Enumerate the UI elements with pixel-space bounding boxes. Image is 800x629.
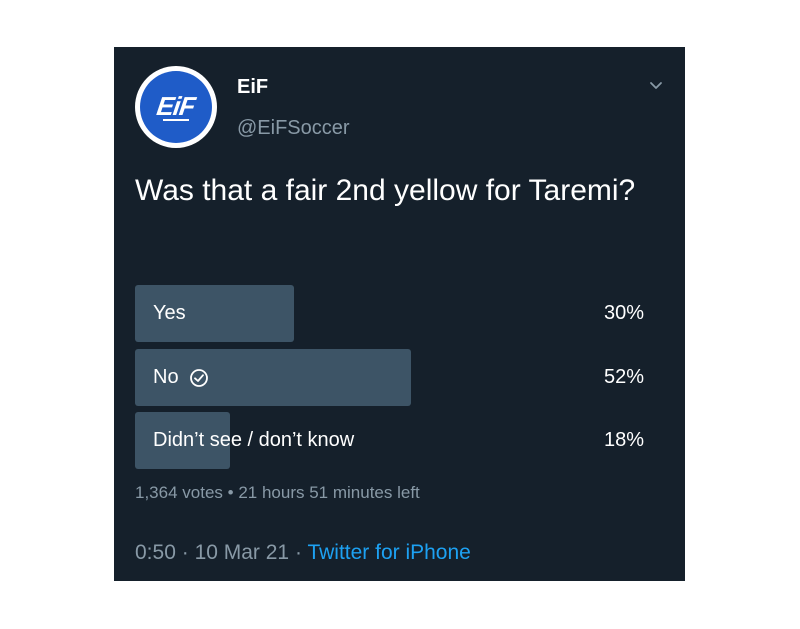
poll-option-label: Didn’t see / don’t know [153,429,355,451]
avatar-logo: EiF [140,71,212,143]
poll-option-percent: 52% [603,366,644,388]
poll-option-yes[interactable]: Yes 30% [135,285,650,342]
check-circle-icon [189,368,208,387]
poll-option-didnt-see[interactable]: Didn’t see / don’t know 18% [135,412,650,469]
chevron-down-icon[interactable] [649,79,663,93]
user-handle[interactable]: @EiFSoccer [237,117,350,140]
poll-option-label: No [153,366,179,388]
footer-separator: · [294,541,302,564]
footer-separator: · [181,541,189,564]
poll-option-percent: 18% [603,429,644,451]
tweet-date[interactable]: 10 Mar 21 [195,541,290,564]
logo-text: EiF [155,90,197,121]
poll-option-no[interactable]: No 52% [135,349,650,406]
tweet-text: Was that a fair 2nd yellow for Taremi? [135,174,636,207]
avatar[interactable]: EiF [135,66,217,148]
meta-separator: • [227,483,234,502]
tweet-time[interactable]: 0:50 [135,541,176,564]
vote-count: 1,364 votes [135,483,223,502]
poll-meta: 1,364 votes • 21 hours 51 minutes left [135,483,420,503]
poll-option-label: Yes [153,302,186,324]
time-left: 21 hours 51 minutes left [238,483,420,502]
display-name[interactable]: EiF [237,76,268,99]
tweet-source-link[interactable]: Twitter for iPhone [307,541,470,564]
poll-option-percent: 30% [603,302,644,324]
tweet-card: EiF EiF @EiFSoccer Was that a fair 2nd y… [114,47,685,581]
tweet-footer: 0:50 · 10 Mar 21 · Twitter for iPhone [135,541,471,565]
